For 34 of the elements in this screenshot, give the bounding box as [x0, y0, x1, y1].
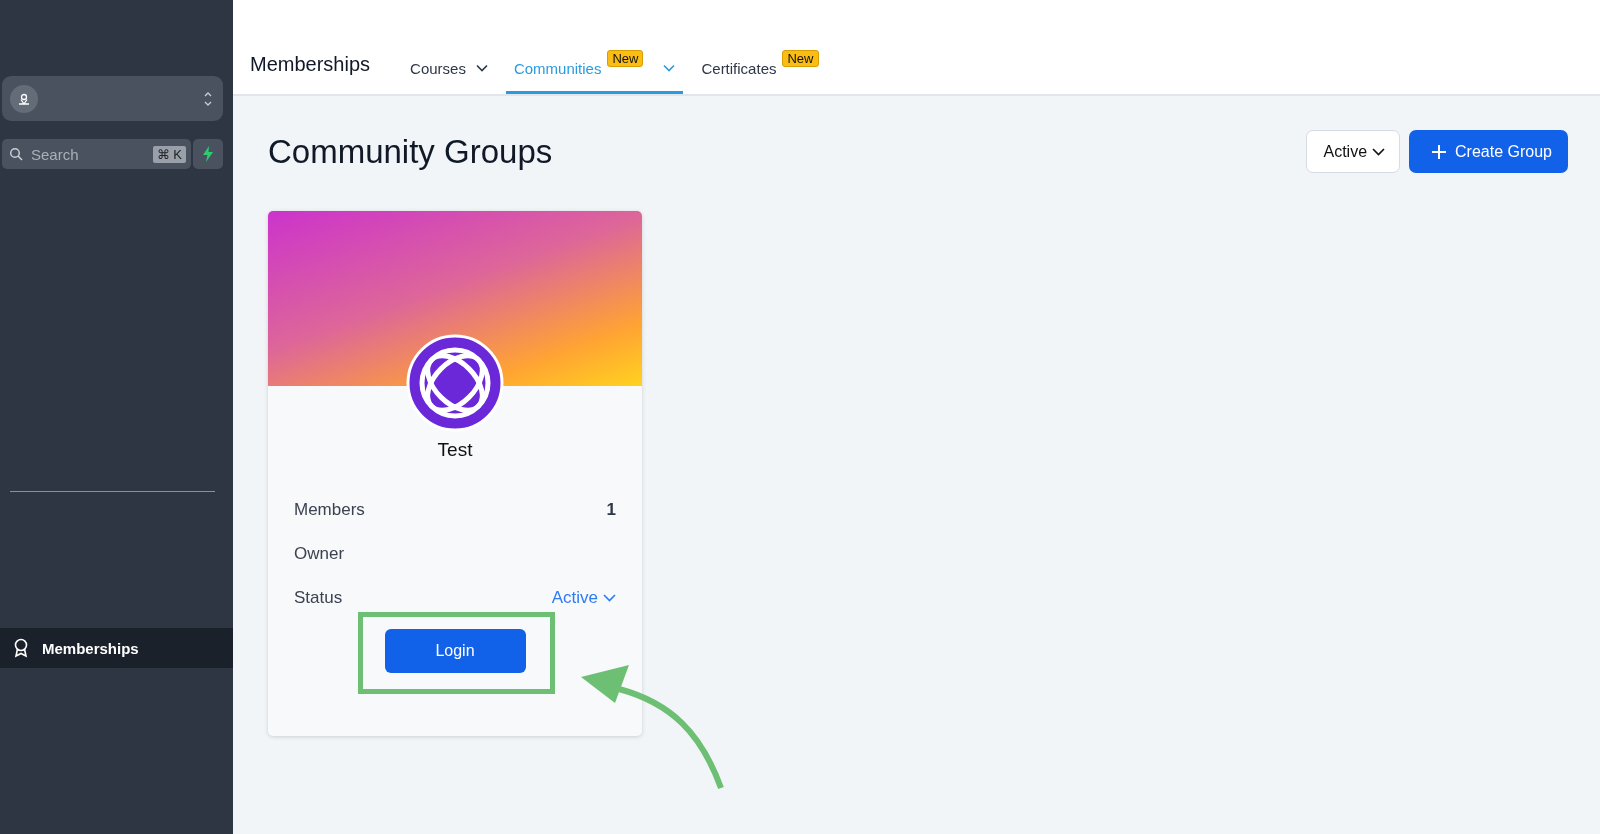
nav-tab[interactable]: Courses — [402, 45, 496, 94]
location-pin-icon — [10, 84, 38, 113]
search-field[interactable]: Search — [29, 144, 147, 164]
chevron-down-icon — [1372, 147, 1386, 156]
tab-label: Courses — [410, 59, 466, 77]
tab-label: Communities — [513, 59, 602, 77]
status-dropdown[interactable]: Active — [551, 588, 616, 608]
search-icon — [9, 147, 23, 161]
field-value: 1 — [606, 500, 616, 520]
new-badge: New — [607, 49, 644, 67]
status-filter-dropdown[interactable]: Active — [1306, 130, 1401, 173]
shortcut-key: ⌘ K — [152, 145, 186, 163]
group-name: Test — [437, 439, 473, 461]
login-button[interactable]: Login — [384, 629, 526, 673]
orbit-logo-icon — [405, 333, 505, 433]
workspace-switcher[interactable] — [2, 76, 223, 121]
search-field[interactable]: Search ⌘ K — [2, 139, 191, 169]
page-title: Community Groups — [268, 132, 553, 171]
bolt-button[interactable] — [193, 139, 223, 169]
field-label: Status — [294, 588, 343, 608]
sidebar-item-label: Memberships — [42, 639, 139, 657]
chevron-down-icon — [603, 594, 616, 602]
tab-label: Certificates — [701, 59, 777, 77]
field-label: Members — [294, 500, 365, 520]
section-title: Memberships — [250, 53, 371, 76]
create-group-button[interactable]: Create Group — [1409, 130, 1568, 173]
lightning-icon — [202, 146, 214, 162]
award-icon — [12, 638, 30, 658]
new-badge: New — [782, 49, 819, 67]
plus-icon — [1431, 143, 1448, 160]
nav-tab[interactable]: Certificates New — [693, 45, 827, 94]
nav-tab[interactable]: Communities New — [505, 45, 684, 94]
sidebar-item[interactable]: Memberships — [0, 628, 233, 668]
field-label: Owner — [294, 544, 345, 564]
